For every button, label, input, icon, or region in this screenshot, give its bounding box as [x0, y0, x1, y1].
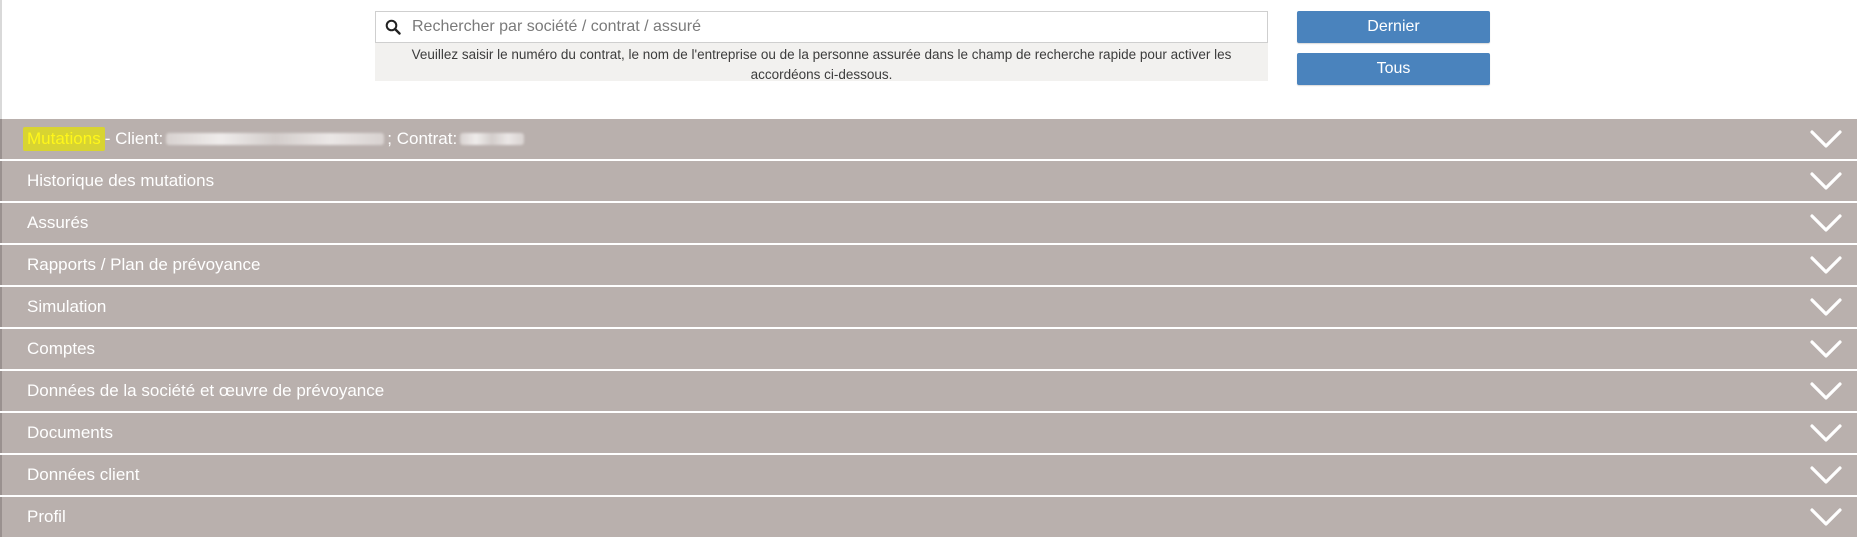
chevron-down-icon [1810, 214, 1842, 232]
redacted-client [166, 133, 385, 145]
search-area: Veuillez saisir le numéro du contrat, le… [0, 0, 1857, 119]
chevron-down-icon [1810, 424, 1842, 442]
accordion-label: Données de la société et œuvre de prévoy… [27, 381, 385, 400]
chevron-down-icon [1810, 256, 1842, 274]
accordion-label: Assurés [27, 213, 89, 232]
accordion: Mutations - Client: ; Contrat: Historiqu… [0, 119, 1857, 539]
accordion-item-rapports-plan-de-prevoyance[interactable]: Rapports / Plan de prévoyance [0, 245, 1857, 285]
accordion-label: Profil [27, 507, 66, 526]
search-box[interactable] [375, 11, 1268, 43]
search-container: Veuillez saisir le numéro du contrat, le… [375, 11, 1268, 82]
chevron-down-icon [1810, 130, 1842, 148]
client-label: - Client: [104, 129, 164, 148]
chevron-down-icon [1810, 466, 1842, 484]
accordion-label: Simulation [27, 297, 107, 316]
search-help-text: Veuillez saisir le numéro du contrat, le… [375, 43, 1268, 82]
accordion-label: Rapports / Plan de prévoyance [27, 255, 261, 274]
accordion-item-historique-des-mutations[interactable]: Historique des mutations [0, 161, 1857, 201]
chevron-down-icon [1810, 508, 1842, 526]
accordion-label: Historique des mutations [27, 171, 215, 190]
accordion-item-assures[interactable]: Assurés [0, 203, 1857, 243]
accordion-item-profil[interactable]: Profil [0, 497, 1857, 537]
accordion-item-donnees-societe[interactable]: Données de la société et œuvre de prévoy… [0, 371, 1857, 411]
accordion-item-mutations[interactable]: Mutations - Client: ; Contrat: [0, 119, 1857, 159]
chevron-down-icon [1810, 172, 1842, 190]
tous-button[interactable]: Tous [1297, 53, 1490, 85]
chevron-down-icon [1810, 298, 1842, 316]
accordion-item-donnees-client[interactable]: Données client [0, 455, 1857, 495]
chevron-down-icon [1810, 340, 1842, 358]
accordion-label: Comptes [27, 339, 96, 358]
search-icon [384, 18, 402, 36]
search-input[interactable] [412, 13, 1267, 41]
accordion-item-documents[interactable]: Documents [0, 413, 1857, 453]
accordion-label: Données client [27, 465, 140, 484]
accordion-label: Documents [27, 423, 113, 442]
accordion-item-simulation[interactable]: Simulation [0, 287, 1857, 327]
accordion-title: Mutations - Client: ; Contrat: [23, 127, 527, 151]
accordion-item-comptes[interactable]: Comptes [0, 329, 1857, 369]
dernier-button[interactable]: Dernier [1297, 11, 1490, 43]
chevron-down-icon [1810, 382, 1842, 400]
contract-label: ; Contrat: [387, 129, 458, 148]
redacted-contract [460, 133, 525, 145]
mutations-highlight: Mutations [23, 127, 105, 151]
